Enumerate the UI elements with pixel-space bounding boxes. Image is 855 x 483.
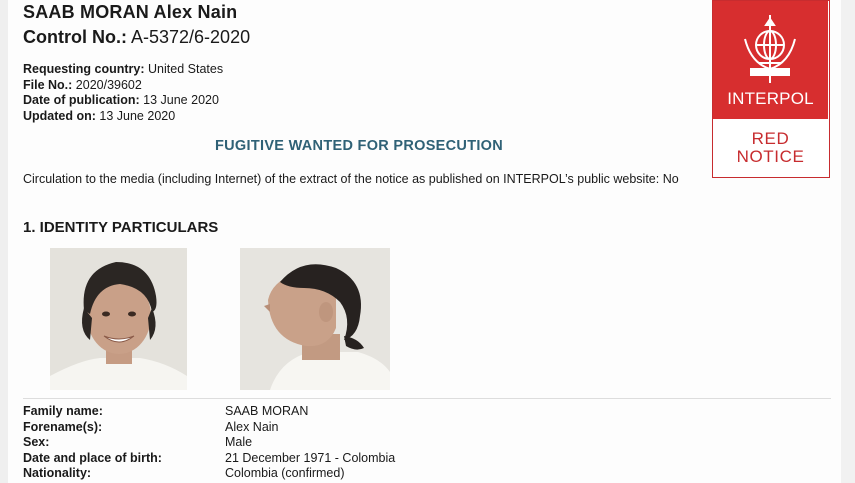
family-name-row: Family name: SAAB MORAN [23,404,395,420]
forename-label: Forename(s): [23,419,103,434]
family-name-value: SAAB MORAN [225,404,309,418]
birth-value: 21 December 1971 - Colombia [225,450,396,465]
publication-date-row: Date of publication: 13 June 2020 [23,93,223,109]
red-notice-line1: RED [751,129,790,148]
control-value: A-5372/6-2020 [131,27,251,47]
sex-row: Sex: Male [23,435,395,451]
requesting-country-value: United States [148,62,224,76]
interpol-emblem-icon [744,15,796,83]
interpol-red-notice-logo: INTERPOL RED NOTICE [712,0,830,178]
file-no-row: File No.: 2020/39602 [23,78,223,94]
interpol-wordmark: INTERPOL [727,89,814,108]
publication-date-value: 13 June 2020 [143,93,219,107]
frontal-photo [50,248,187,390]
profile-photo [240,248,390,390]
notice-meta: Requesting country: United States File N… [23,62,223,124]
section-title: 1. IDENTITY PARTICULARS [23,219,219,236]
nationality-row: Nationality: Colombia (confirmed) [23,466,395,482]
portrait-front-icon [50,248,187,390]
updated-on-value: 13 June 2020 [99,108,176,123]
requesting-country-label: Requesting country: [23,62,145,76]
updated-on-row: Updated on: 13 June 2020 [23,109,223,125]
portrait-profile-icon [240,248,390,390]
forename-value: Alex Nain [225,419,279,434]
birth-row: Date and place of birth: 21 December 197… [23,451,395,467]
section-divider [23,398,831,399]
interpol-logo-banner: INTERPOL [713,1,828,119]
requesting-country-row: Requesting country: United States [23,62,223,78]
file-no-value: 2020/39602 [75,77,142,92]
circulation-statement: Circulation to the media (including Inte… [23,172,679,186]
subject-name: SAAB MORAN Alex Nain [23,2,238,22]
birth-label: Date and place of birth: [23,450,162,465]
nationality-label: Nationality: [23,466,92,481]
publication-date-label: Date of publication: [23,93,140,107]
notice-type-heading: FUGITIVE WANTED FOR PROSECUTION [215,138,504,154]
sex-label: Sex: [23,435,50,450]
control-number: Control No.: A-5372/6-2020 [23,27,250,48]
control-label: Control No.: [23,27,127,47]
forename-row: Forename(s): Alex Nain [23,420,395,436]
nationality-value: Colombia (confirmed) [225,466,345,481]
red-notice-line2: NOTICE [736,147,805,166]
red-notice-document: SAAB MORAN Alex Nain Control No.: A-5372… [0,0,855,483]
updated-on-label: Updated on: [23,108,96,123]
file-no-label: File No.: [23,77,73,92]
family-name-label: Family name: [23,404,103,418]
sex-value: Male [225,435,253,450]
page-edge-right [841,0,855,483]
red-notice-label: RED NOTICE [713,130,828,166]
page-edge-left [0,0,8,483]
identity-particulars: Family name: SAAB MORAN Forename(s): Ale… [23,404,395,482]
